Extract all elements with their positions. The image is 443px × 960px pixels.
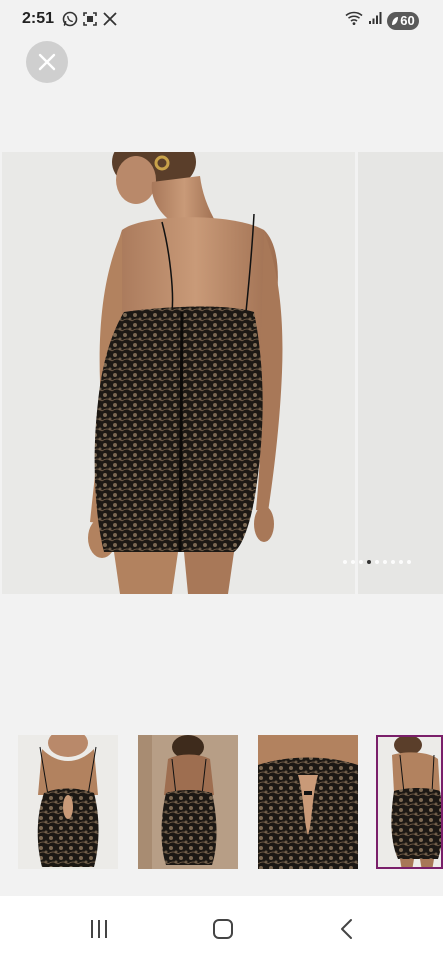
image-carousel[interactable] (0, 152, 443, 594)
carousel-dot[interactable] (359, 560, 363, 564)
carousel-dot[interactable] (399, 560, 403, 564)
close-button[interactable] (26, 41, 68, 83)
system-nav-bar (0, 896, 443, 960)
carousel-dot[interactable] (343, 560, 347, 564)
signal-icon (368, 11, 382, 30)
battery-saver-icon (392, 16, 399, 25)
close-icon (38, 53, 56, 71)
back-icon (341, 919, 352, 939)
carousel-dot[interactable] (391, 560, 395, 564)
back-button[interactable] (327, 916, 367, 942)
carousel-dot[interactable] (407, 560, 411, 564)
carousel-dot[interactable] (367, 560, 371, 564)
thumbnail-front[interactable] (18, 735, 118, 869)
home-icon (213, 919, 233, 939)
status-bar: 2:51 60 (0, 0, 443, 40)
carousel-dot[interactable] (351, 560, 355, 564)
x-logo-icon (102, 11, 118, 27)
recent-apps-button[interactable] (79, 916, 119, 942)
screenshot-icon (82, 11, 98, 27)
thumbnail-strip (0, 735, 443, 869)
whatsapp-icon (62, 11, 78, 27)
battery-indicator: 60 (387, 11, 419, 30)
thumbnail-back-side[interactable] (376, 735, 443, 869)
product-image (2, 152, 355, 594)
thumbnail-front-detail[interactable] (258, 735, 358, 869)
carousel-dot[interactable] (383, 560, 387, 564)
wifi-icon (345, 10, 363, 31)
notification-icons (62, 11, 118, 27)
recent-apps-icon (91, 920, 107, 938)
battery-level: 60 (400, 13, 415, 28)
home-button[interactable] (203, 916, 243, 942)
carousel-pager (343, 560, 411, 564)
thumbnail-back[interactable] (138, 735, 238, 869)
system-icons: 60 (345, 10, 419, 31)
status-time: 2:51 (22, 10, 55, 27)
next-image-preview[interactable] (358, 152, 443, 594)
carousel-dot[interactable] (375, 560, 379, 564)
